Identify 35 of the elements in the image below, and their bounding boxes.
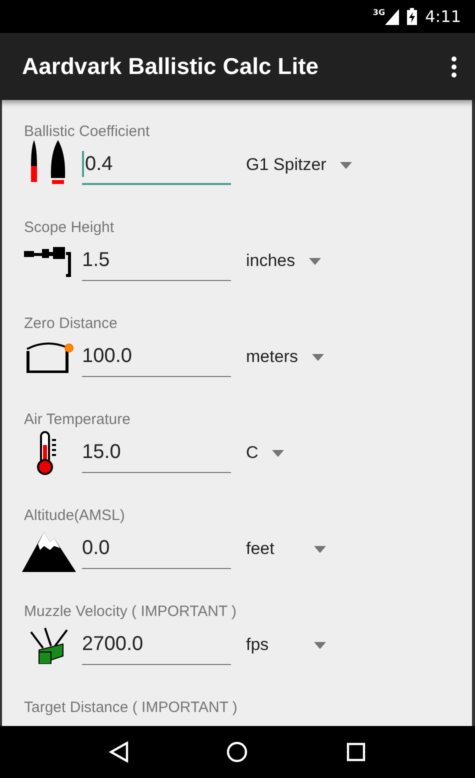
signal-icon — [385, 8, 400, 24]
home-icon[interactable] — [226, 741, 248, 763]
input-field[interactable]: 100.0 — [82, 337, 231, 377]
input-field[interactable]: 15.0 — [82, 433, 231, 473]
status-time: 4:11 — [425, 7, 461, 26]
input-field[interactable]: 0.0 — [82, 529, 231, 569]
input-field[interactable]: 1.5 — [82, 241, 231, 281]
field-label: Muzzle Velocity ( IMPORTANT ) — [24, 602, 238, 622]
unit-dropdown[interactable]: inches — [246, 251, 322, 271]
unit-dropdown[interactable]: meters — [246, 347, 324, 367]
input-field[interactable]: 0.4 — [82, 145, 231, 185]
network-type: 3G — [372, 8, 386, 17]
caret-icon — [314, 642, 326, 648]
battery-icon — [407, 8, 418, 25]
caret-icon — [309, 258, 322, 264]
caret-icon — [340, 162, 352, 168]
unit-dropdown[interactable]: feet — [246, 539, 326, 559]
recents-icon[interactable] — [346, 742, 366, 762]
field-label: Air Temperature — [24, 410, 132, 430]
field-label: Altitude(AMSL) — [24, 506, 126, 526]
back-icon[interactable] — [108, 741, 129, 763]
scope-icon — [24, 245, 74, 277]
caret-icon — [314, 546, 326, 552]
input-field[interactable]: 2700.0 — [82, 625, 231, 665]
field-label: Ballistic Coefficient — [24, 122, 151, 142]
field-label: Scope Height — [24, 218, 116, 238]
app-title: Aardvark Ballistic Calc Lite — [22, 53, 319, 80]
caret-icon — [272, 450, 284, 456]
field-label: Target Distance ( IMPORTANT ) — [24, 698, 238, 718]
range-arc-icon — [24, 341, 74, 373]
field-label: Zero Distance — [24, 314, 118, 334]
unit-dropdown[interactable]: fps — [246, 635, 326, 655]
caret-icon — [312, 354, 324, 360]
unit-dropdown[interactable]: C — [246, 443, 284, 463]
unit-dropdown[interactable]: G1 Spitzer — [246, 155, 352, 175]
